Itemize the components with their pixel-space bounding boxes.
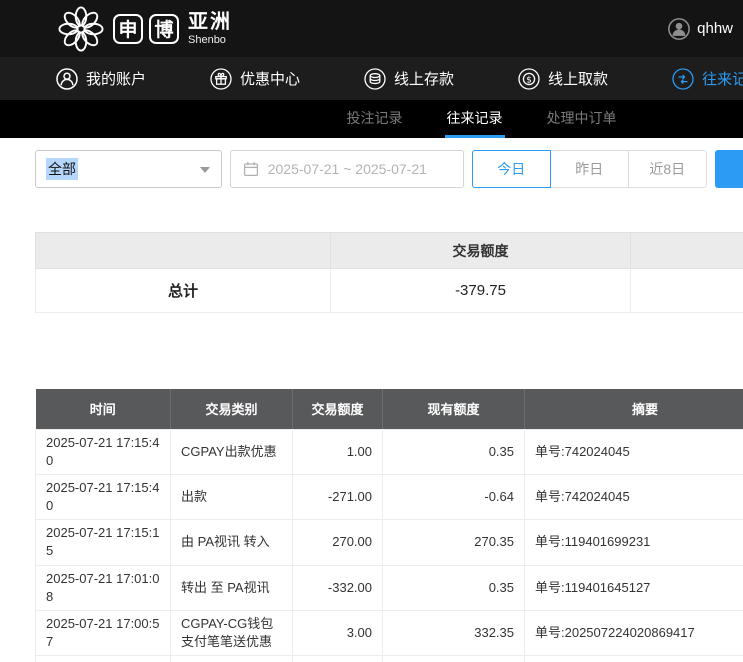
tab-processing-orders[interactable]: 处理中订单: [545, 108, 619, 138]
summary-header-row: 交易额度: [36, 233, 743, 269]
table-cell: -332.00: [293, 565, 383, 610]
brand-char-2: 博: [149, 14, 179, 44]
tab-betting-records[interactable]: 投注记录: [345, 108, 405, 138]
nav-item-my-account[interactable]: 我的账户: [56, 68, 146, 90]
table-cell: 单号:202507224020869417: [525, 611, 743, 656]
summary-table: 交易额度 总计 -379.75: [35, 232, 743, 313]
quick-date-buttons: 今日 昨日 近8日: [472, 150, 707, 188]
nav-item-label: 往来记录: [702, 68, 743, 89]
table-cell: 单号:119401699231: [525, 520, 743, 565]
column-header-amount: 交易额度: [293, 389, 383, 429]
brand-char-1: 申: [113, 14, 143, 44]
table-cell: 2025-07-21 17:15:15: [36, 520, 171, 565]
brand-region-cn: 亚洲: [188, 12, 232, 32]
nav-item-promotions[interactable]: 优惠中心: [210, 68, 300, 90]
table-cell: 270.00: [293, 520, 383, 565]
yesterday-button[interactable]: 昨日: [550, 150, 629, 188]
table-cell: 单号:742024045: [525, 474, 743, 519]
tab-transaction-records[interactable]: 往来记录: [445, 108, 505, 138]
table-cell: CGPAY支付: [171, 656, 293, 662]
today-button[interactable]: 今日: [472, 150, 551, 188]
type-select[interactable]: 全部: [35, 150, 222, 188]
table-row: 2025-07-21 17:15:40出款-271.00-0.64单号:7420…: [36, 474, 743, 519]
summary-total-row: 总计 -379.75: [36, 269, 743, 313]
sub-nav: 投注记录 往来记录 处理中订单: [0, 100, 743, 138]
table-cell: CGPAY出款优惠: [171, 429, 293, 474]
records-icon: [672, 68, 694, 90]
summary-header-amount: 交易额度: [331, 233, 631, 269]
summary-header-empty: [36, 233, 331, 269]
calendar-icon: [243, 161, 259, 177]
brand-subtitle: Shenbo: [188, 35, 232, 46]
table-cell: 2025-07-21 17:15:40: [36, 429, 171, 474]
table-cell: 单号:202507224020869417: [525, 656, 743, 662]
table-cell: CGPAY-CG钱包支付笔笔送优惠: [171, 611, 293, 656]
table-cell: 转出 至 PA视讯: [171, 565, 293, 610]
brand-region: 亚洲 Shenbo: [188, 12, 232, 46]
top-header: 申 博 亚洲 Shenbo qhhw: [0, 0, 743, 57]
date-range-input[interactable]: 2025-07-21 ~ 2025-07-21: [230, 150, 464, 188]
svg-text:$: $: [526, 75, 532, 85]
table-cell: 3.00: [293, 611, 383, 656]
records-header-row: 时间 交易类别 交易额度 现有额度 摘要: [36, 389, 743, 429]
table-cell: 由 PA视讯 转入: [171, 520, 293, 565]
nav-item-label: 优惠中心: [240, 68, 300, 89]
account-menu[interactable]: qhhw: [668, 18, 733, 40]
table-cell: 332.35: [383, 611, 525, 656]
column-header-time: 时间: [36, 389, 171, 429]
table-cell: 2025-07-21 17:00:57: [36, 611, 171, 656]
type-select-value: 全部: [46, 158, 78, 180]
deposit-icon: [364, 68, 386, 90]
table-cell: 0.35: [383, 429, 525, 474]
table-cell: 0.35: [383, 565, 525, 610]
nav-item-label: 线上存款: [394, 68, 454, 89]
table-cell: 329.35: [383, 656, 525, 662]
flower-logo-icon: [58, 6, 104, 52]
column-header-balance: 现有额度: [383, 389, 525, 429]
table-cell: 1.00: [293, 429, 383, 474]
table-row: 2025-07-21 17:00:57CGPAY支付300.00329.35单号…: [36, 656, 743, 662]
table-cell: 单号:742024045: [525, 429, 743, 474]
table-cell: 单号:119401645127: [525, 565, 743, 610]
column-header-type: 交易类别: [171, 389, 293, 429]
records-table-body: 2025-07-21 17:15:40CGPAY出款优惠1.000.35单号:7…: [36, 429, 743, 662]
nav-item-transaction-records[interactable]: 往来记录: [672, 68, 743, 90]
gift-icon: [210, 68, 232, 90]
table-cell: 300.00: [293, 656, 383, 662]
table-cell: 2025-07-21 17:01:08: [36, 565, 171, 610]
summary-header-empty: [631, 233, 743, 269]
filter-row: 全部 2025-07-21 ~ 2025-07-21 今日 昨日 近8日: [35, 150, 743, 188]
brand-logo: 申 博: [113, 14, 179, 44]
nav-item-label: 线上取款: [548, 68, 608, 89]
chevron-down-icon: [200, 167, 210, 173]
table-cell: 出款: [171, 474, 293, 519]
table-row: 2025-07-21 17:01:08转出 至 PA视讯-332.000.35单…: [36, 565, 743, 610]
summary-total-label: 总计: [36, 269, 331, 313]
table-cell: -271.00: [293, 474, 383, 519]
table-row: 2025-07-21 17:00:57CGPAY-CG钱包支付笔笔送优惠3.00…: [36, 611, 743, 656]
table-cell: 270.35: [383, 520, 525, 565]
table-cell: 2025-07-21 17:15:40: [36, 474, 171, 519]
date-range-value: 2025-07-21 ~ 2025-07-21: [268, 161, 427, 177]
withdraw-icon: $: [518, 68, 540, 90]
nav-item-deposit[interactable]: 线上存款: [364, 68, 454, 90]
last-8-days-button[interactable]: 近8日: [628, 150, 707, 188]
main-nav: 我的账户 优惠中心 线上存款: [0, 57, 743, 100]
summary-empty-cell: [631, 269, 743, 313]
username: qhhw: [697, 20, 733, 37]
table-row: 2025-07-21 17:15:40CGPAY出款优惠1.000.35单号:7…: [36, 429, 743, 474]
nav-item-withdraw[interactable]: $ 线上取款: [518, 68, 608, 90]
column-header-summary: 摘要: [525, 389, 743, 429]
user-icon: [56, 68, 78, 90]
summary-total-value: -379.75: [331, 269, 631, 313]
user-avatar-icon: [668, 18, 690, 40]
records-table: 时间 交易类别 交易额度 现有额度 摘要 2025-07-21 17:15:40…: [35, 389, 743, 662]
table-row: 2025-07-21 17:15:15由 PA视讯 转入270.00270.35…: [36, 520, 743, 565]
nav-item-label: 我的账户: [86, 68, 146, 89]
search-button-partial[interactable]: [715, 150, 743, 188]
table-cell: 2025-07-21 17:00:57: [36, 656, 171, 662]
table-cell: -0.64: [383, 474, 525, 519]
